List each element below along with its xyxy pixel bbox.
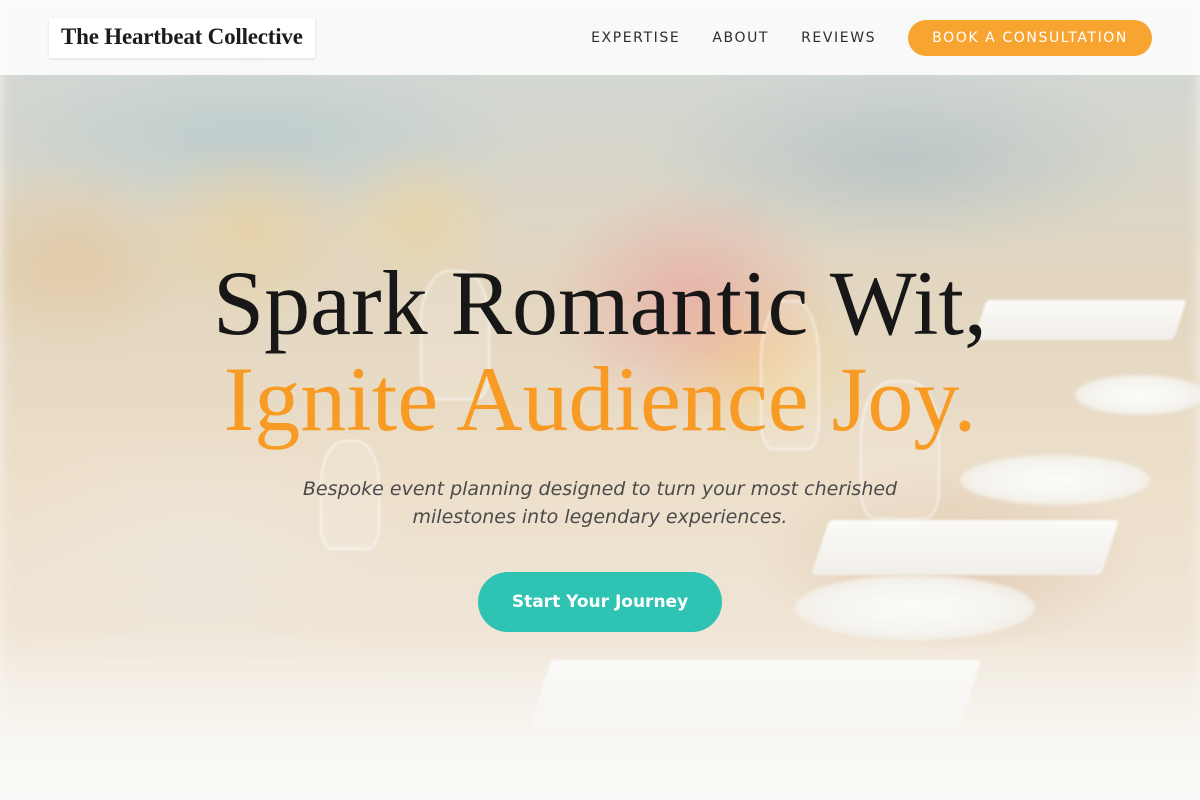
nav-link-expertise[interactable]: EXPERTISE xyxy=(591,30,680,46)
site-header: The Heartbeat Collective EXPERTISE ABOUT… xyxy=(0,0,1200,75)
hero-headline: Spark Romantic Wit, Ignite Audience Joy. xyxy=(0,255,1200,447)
main-nav: EXPERTISE ABOUT REVIEWS BOOK A CONSULTAT… xyxy=(591,19,1152,56)
start-journey-button[interactable]: Start Your Journey xyxy=(478,572,722,632)
brand-logo[interactable]: The Heartbeat Collective xyxy=(49,17,315,58)
hero-subtitle: Bespoke event planning designed to turn … xyxy=(302,478,898,528)
hero-section: Spark Romantic Wit, Ignite Audience Joy.… xyxy=(0,255,1200,632)
nav-link-reviews[interactable]: REVIEWS xyxy=(801,30,876,46)
hero-headline-line2: Ignite Audience Joy. xyxy=(223,348,977,450)
landing-page: The Heartbeat Collective EXPERTISE ABOUT… xyxy=(0,0,1200,800)
nav-link-about[interactable]: ABOUT xyxy=(712,30,769,46)
hero-bottom-fade xyxy=(0,630,1200,800)
book-consultation-button[interactable]: BOOK A CONSULTATION xyxy=(908,19,1152,56)
hero-headline-line1: Spark Romantic Wit, xyxy=(213,252,987,354)
